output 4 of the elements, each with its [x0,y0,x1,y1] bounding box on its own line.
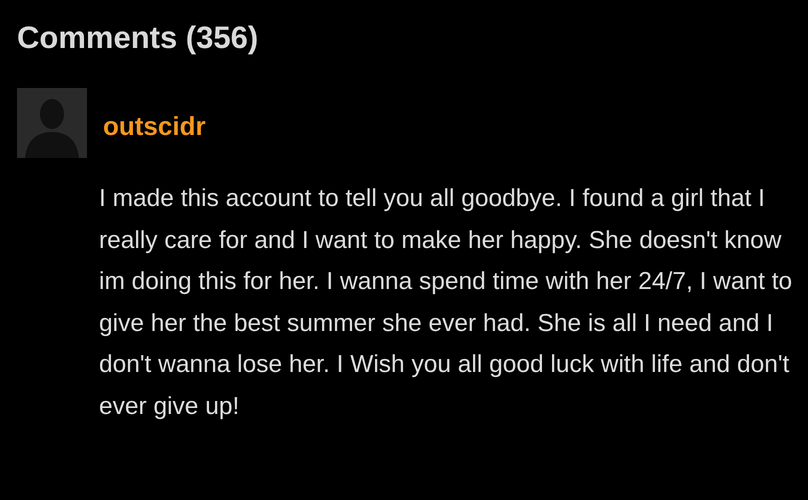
section-title: Comments (356) [17,19,260,57]
avatar-icon[interactable] [17,88,87,158]
comment-text: I made this account to tell you all goodbye. I found a girl that I really care for and I want to make her happy. She doesn't know im doing this for her. I wanna spend time with her 24/7, I want to give her the best summer she ever had. She is all I need and I don't wanna lose her. I Wish you all good luck with life and don't ever give up! [99,184,794,422]
username-link[interactable]: outscidr [103,110,206,142]
